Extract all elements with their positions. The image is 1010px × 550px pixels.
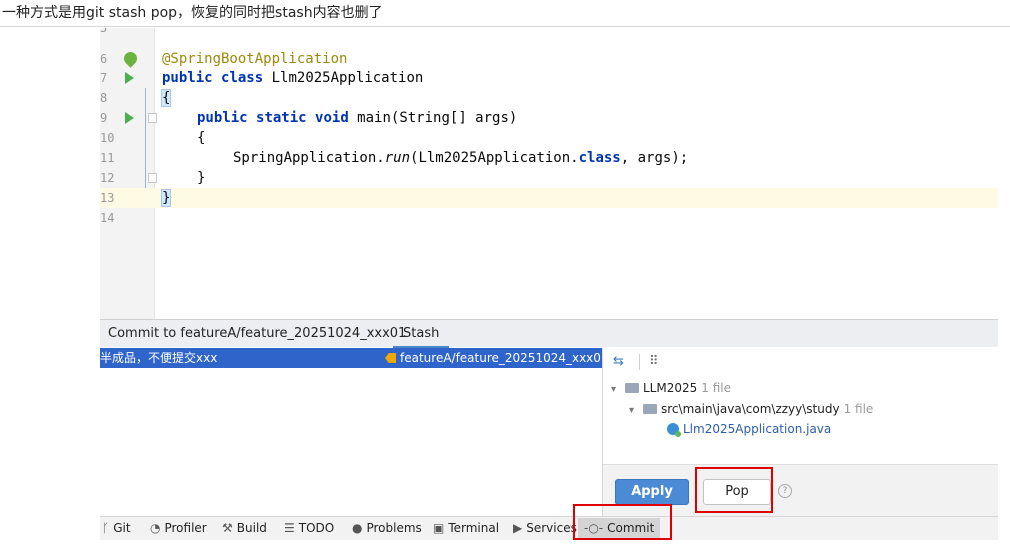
- fold-icon[interactable]: [148, 113, 157, 123]
- stash-entry-row[interactable]: 半成品，不便提交xxx featureA/feature_20251024_xx…: [100, 348, 609, 368]
- method-open-brace: {: [197, 130, 206, 146]
- caption-text: 一种方式是用git stash pop，恢复的同时把stash内容也删了: [0, 2, 1010, 27]
- line-number: 5: [100, 28, 108, 35]
- annotation: @SpringBootApplication: [162, 51, 348, 67]
- tool-strip: ᚴ Git ◔ Profiler ⚒ Build ☰ TODO ● Problems ▣ T…: [100, 516, 998, 540]
- java-class-icon: [667, 423, 681, 437]
- method-close-brace: }: [197, 170, 206, 186]
- toolstrip-todo[interactable]: ☰ TODO: [284, 521, 334, 535]
- fold-icon[interactable]: [148, 173, 157, 183]
- show-diff-icon[interactable]: ⇆: [613, 354, 624, 369]
- help-icon[interactable]: ?: [778, 484, 792, 498]
- hammer-icon: ⚒: [222, 521, 233, 535]
- tool-window-tabs: Commit to featureA/feature_20251024_xxx0…: [100, 319, 998, 349]
- services-icon: ▶: [513, 521, 523, 535]
- branch-tag-icon: [385, 353, 396, 363]
- code-line: 11 SpringApplication.run(Llm2025Applicat…: [100, 148, 998, 168]
- stash-branch: featureA/feature_20251024_xxx01: [400, 351, 609, 365]
- code-line: 5: [100, 28, 998, 38]
- line-number: 8: [100, 91, 108, 105]
- line-number: 6: [100, 52, 108, 66]
- line-number: 7: [100, 71, 108, 85]
- todo-list-icon: ☰: [284, 521, 295, 535]
- open-brace: {: [160, 89, 172, 107]
- close-brace: }: [160, 189, 172, 207]
- code-line: 6 @SpringBootApplication: [100, 49, 998, 69]
- code-line: 8 {: [100, 88, 998, 108]
- group-by-icon[interactable]: ⠿: [649, 354, 659, 369]
- toolstrip-services[interactable]: ▶ Services: [513, 521, 577, 535]
- pop-highlight-box: [695, 467, 773, 513]
- chevron-down-icon[interactable]: ▾: [611, 380, 625, 400]
- run-icon[interactable]: [125, 112, 134, 124]
- line-number: 11: [100, 151, 115, 165]
- chevron-down-icon[interactable]: ▾: [629, 401, 643, 421]
- line-number: 13: [100, 191, 115, 205]
- tab-stash[interactable]: Stash: [392, 326, 450, 349]
- code-editor[interactable]: 5 6 @SpringBootApplication 7 public clas…: [100, 28, 998, 319]
- code-line: 7 public class Llm2025Application: [100, 68, 998, 88]
- class-declaration: public class Llm2025Application: [162, 70, 424, 86]
- tree-folder[interactable]: ▾ src\main\java\com\zzyy\study 1 file: [629, 399, 873, 419]
- spring-bean-icon[interactable]: [121, 49, 140, 68]
- tree-file[interactable]: Llm2025Application.java: [667, 419, 831, 439]
- code-line: 12 }: [100, 168, 998, 188]
- git-branch-icon: ᚴ: [102, 521, 110, 535]
- problems-icon: ●: [352, 521, 363, 535]
- changes-toolbar: ⇆ ⠿: [603, 348, 999, 376]
- line-number: 14: [100, 211, 115, 225]
- main-method-signature: public static void main(String[] args): [197, 110, 518, 126]
- toolstrip-profiler[interactable]: ◔ Profiler: [150, 521, 207, 535]
- apply-button[interactable]: Apply: [615, 479, 689, 505]
- toolstrip-git[interactable]: ᚴ Git: [102, 521, 131, 535]
- line-number: 10: [100, 131, 115, 145]
- toolbar-separator: [639, 354, 640, 370]
- tab-commit[interactable]: Commit to featureA/feature_20251024_xxx0…: [108, 326, 406, 341]
- stash-list-pane: [100, 368, 602, 515]
- run-statement: SpringApplication.run(Llm2025Application…: [233, 150, 689, 166]
- code-line: 14: [100, 208, 998, 228]
- code-line-current: 13 }: [100, 188, 998, 208]
- line-number: 9: [100, 111, 108, 125]
- toolstrip-problems[interactable]: ● Problems: [352, 521, 422, 535]
- folder-icon: [643, 404, 657, 414]
- code-line: 10 {: [100, 128, 998, 148]
- toolstrip-terminal[interactable]: ▣ Terminal: [433, 521, 499, 535]
- toolstrip-build[interactable]: ⚒ Build: [222, 521, 267, 535]
- profiler-icon: ◔: [150, 521, 161, 535]
- line-number: 12: [100, 171, 115, 185]
- commit-highlight-box: [573, 504, 672, 540]
- terminal-icon: ▣: [433, 521, 445, 535]
- run-icon[interactable]: [125, 72, 134, 84]
- folder-icon: [625, 383, 639, 393]
- code-line: 9 public static void main(String[] args): [100, 108, 998, 128]
- stash-message: 半成品，不便提交xxx: [100, 351, 218, 365]
- tree-root[interactable]: ▾ LLM2025 1 file: [611, 378, 731, 398]
